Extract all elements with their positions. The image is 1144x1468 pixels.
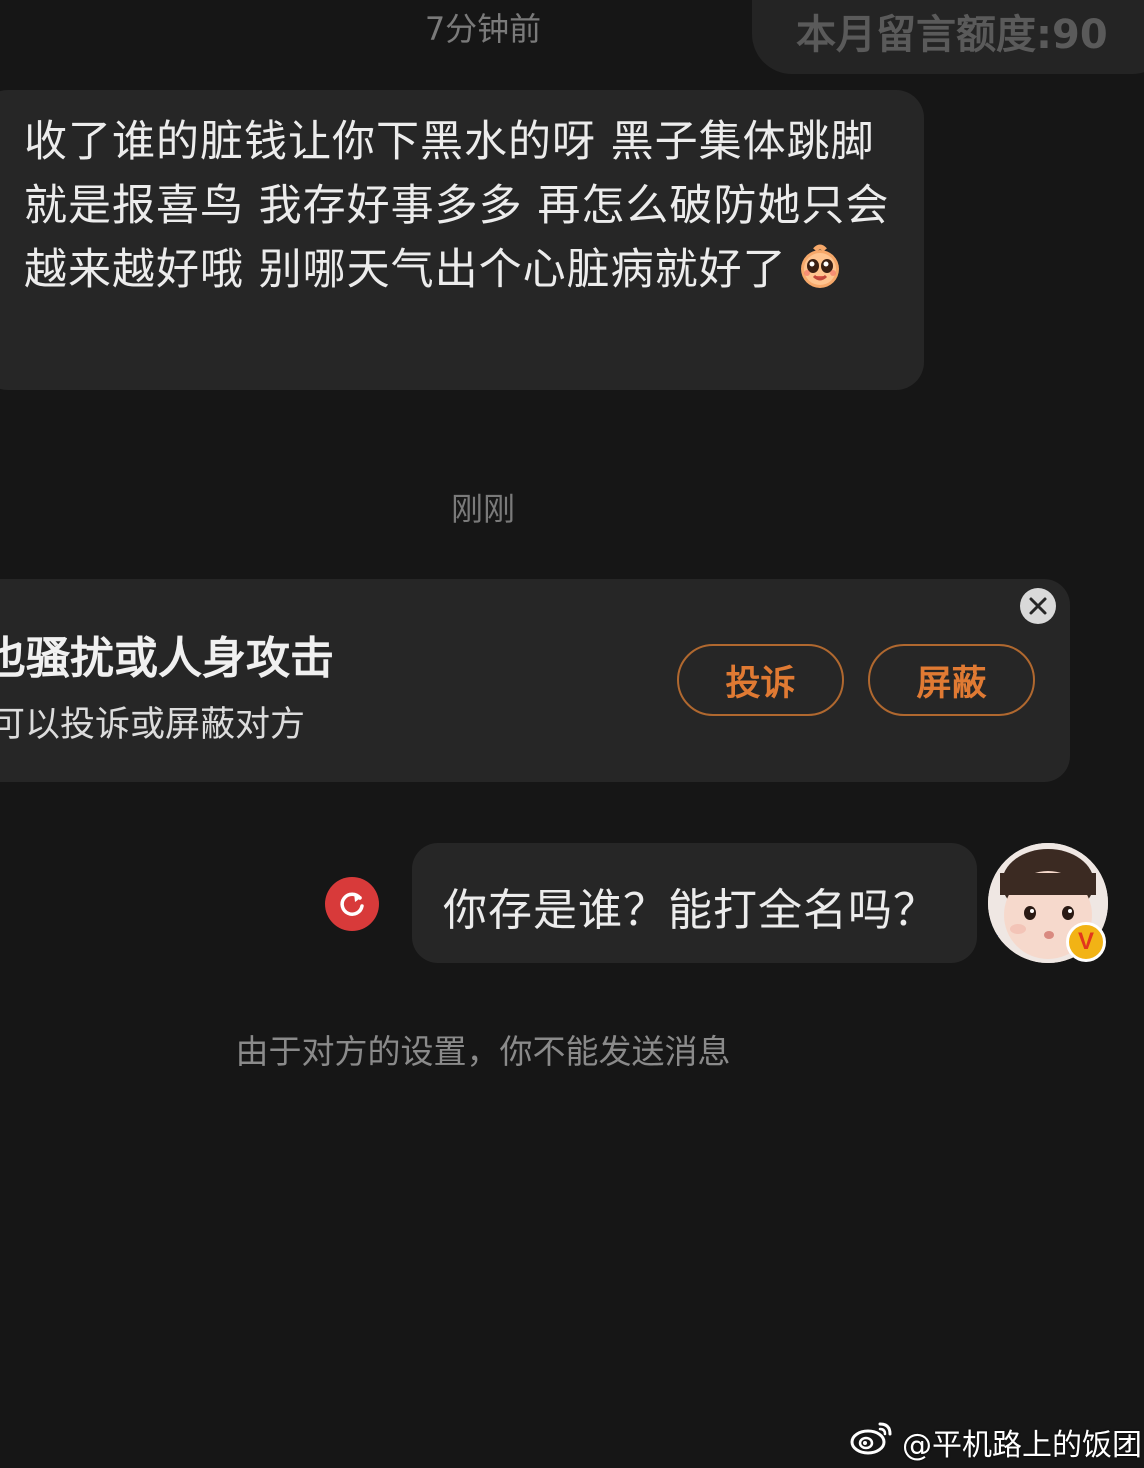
cannot-send-notice: 由于对方的设置，你不能发送消息 xyxy=(235,1032,731,1071)
timestamp-top: 7分钟前 xyxy=(424,10,542,48)
complain-button[interactable]: 投诉 xyxy=(677,644,844,716)
outgoing-message-text: 你存是谁？能打全名吗？ xyxy=(443,885,938,936)
block-button[interactable]: 屏蔽 xyxy=(868,644,1035,716)
warning-subtitle: 可以投诉或屏蔽对方 xyxy=(0,705,306,745)
watermark-text: @平机路上的饭团 xyxy=(902,1428,1142,1463)
incoming-message-content: 收了谁的脏钱让你下黑水的呀 黑子集体跳脚就是报喜鸟 我存好事多多 再怎么破防她只… xyxy=(24,110,904,302)
retry-icon[interactable] xyxy=(325,877,379,931)
timestamp-middle: 刚刚 xyxy=(450,490,515,528)
watermark: @平机路上的饭团 xyxy=(850,1420,1142,1464)
close-icon[interactable] xyxy=(1020,588,1056,624)
warning-title: 也骚扰或人身攻击 xyxy=(0,633,334,684)
bubble-tail xyxy=(956,858,974,886)
incoming-message-text: 收了谁的脏钱让你下黑水的呀 黑子集体跳脚就是报喜鸟 我存好事多多 再怎么破防她只… xyxy=(24,117,890,295)
quota-label: 本月留言额度:90 xyxy=(796,12,1108,58)
verified-badge-icon: V xyxy=(1066,922,1106,962)
weibo-logo-icon xyxy=(850,1420,894,1464)
shining-eyes-sticker-icon xyxy=(795,242,845,292)
